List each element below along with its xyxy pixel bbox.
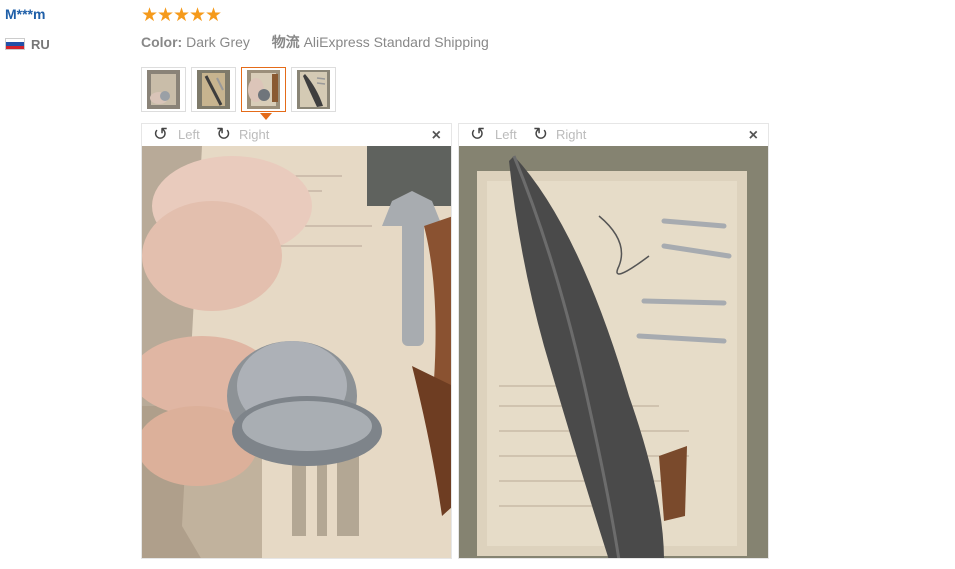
photo-thumbnail-2[interactable]: [191, 67, 236, 112]
rotate-left-label[interactable]: Left: [178, 127, 200, 142]
photo-thumbnail-1[interactable]: [141, 67, 186, 112]
rotate-right-label[interactable]: Right: [239, 127, 269, 142]
star-icon: ★: [173, 5, 191, 26]
rotate-right-label[interactable]: Right: [556, 127, 586, 142]
shipping-label: 物流: [271, 34, 300, 50]
color-label: Color:: [141, 34, 183, 50]
photo-thumbnail-3[interactable]: [241, 67, 286, 120]
color-value: Dark Grey: [186, 34, 250, 50]
rotate-left-icon[interactable]: ↺: [153, 124, 168, 144]
russia-flag-icon: [5, 38, 25, 50]
photo-thumbnail-4[interactable]: [291, 67, 336, 112]
rotate-right-icon[interactable]: ↻: [216, 124, 231, 144]
active-thumbnail-indicator: [260, 113, 272, 120]
review-photo-2: [459, 146, 768, 558]
photo-viewer-2: ↺ Left ↻ Right ×: [458, 123, 769, 559]
order-info: Color: Dark Grey 物流 AliExpress Standard …: [141, 32, 489, 52]
star-icon: ★: [205, 5, 223, 26]
photo-thumbnails: [141, 67, 336, 120]
star-rating: ★ ★ ★ ★ ★: [141, 5, 223, 26]
star-icon: ★: [141, 5, 159, 26]
rotate-left-icon[interactable]: ↺: [470, 124, 485, 144]
rotate-left-label[interactable]: Left: [495, 127, 517, 142]
reviewer-country: RU: [31, 37, 50, 52]
close-icon[interactable]: ×: [749, 127, 758, 145]
viewer-toolbar: ↺ Left ↻ Right ×: [459, 124, 768, 146]
rotate-right-icon[interactable]: ↻: [533, 124, 548, 144]
viewer-toolbar: ↺ Left ↻ Right ×: [142, 124, 451, 146]
star-icon: ★: [189, 5, 207, 26]
shipping-value: AliExpress Standard Shipping: [303, 34, 489, 50]
review-photo-1: [142, 146, 451, 558]
photo-viewer-1: ↺ Left ↻ Right ×: [141, 123, 452, 559]
star-icon: ★: [157, 5, 175, 26]
close-icon[interactable]: ×: [432, 127, 441, 145]
reviewer-name[interactable]: M***m: [5, 6, 45, 22]
